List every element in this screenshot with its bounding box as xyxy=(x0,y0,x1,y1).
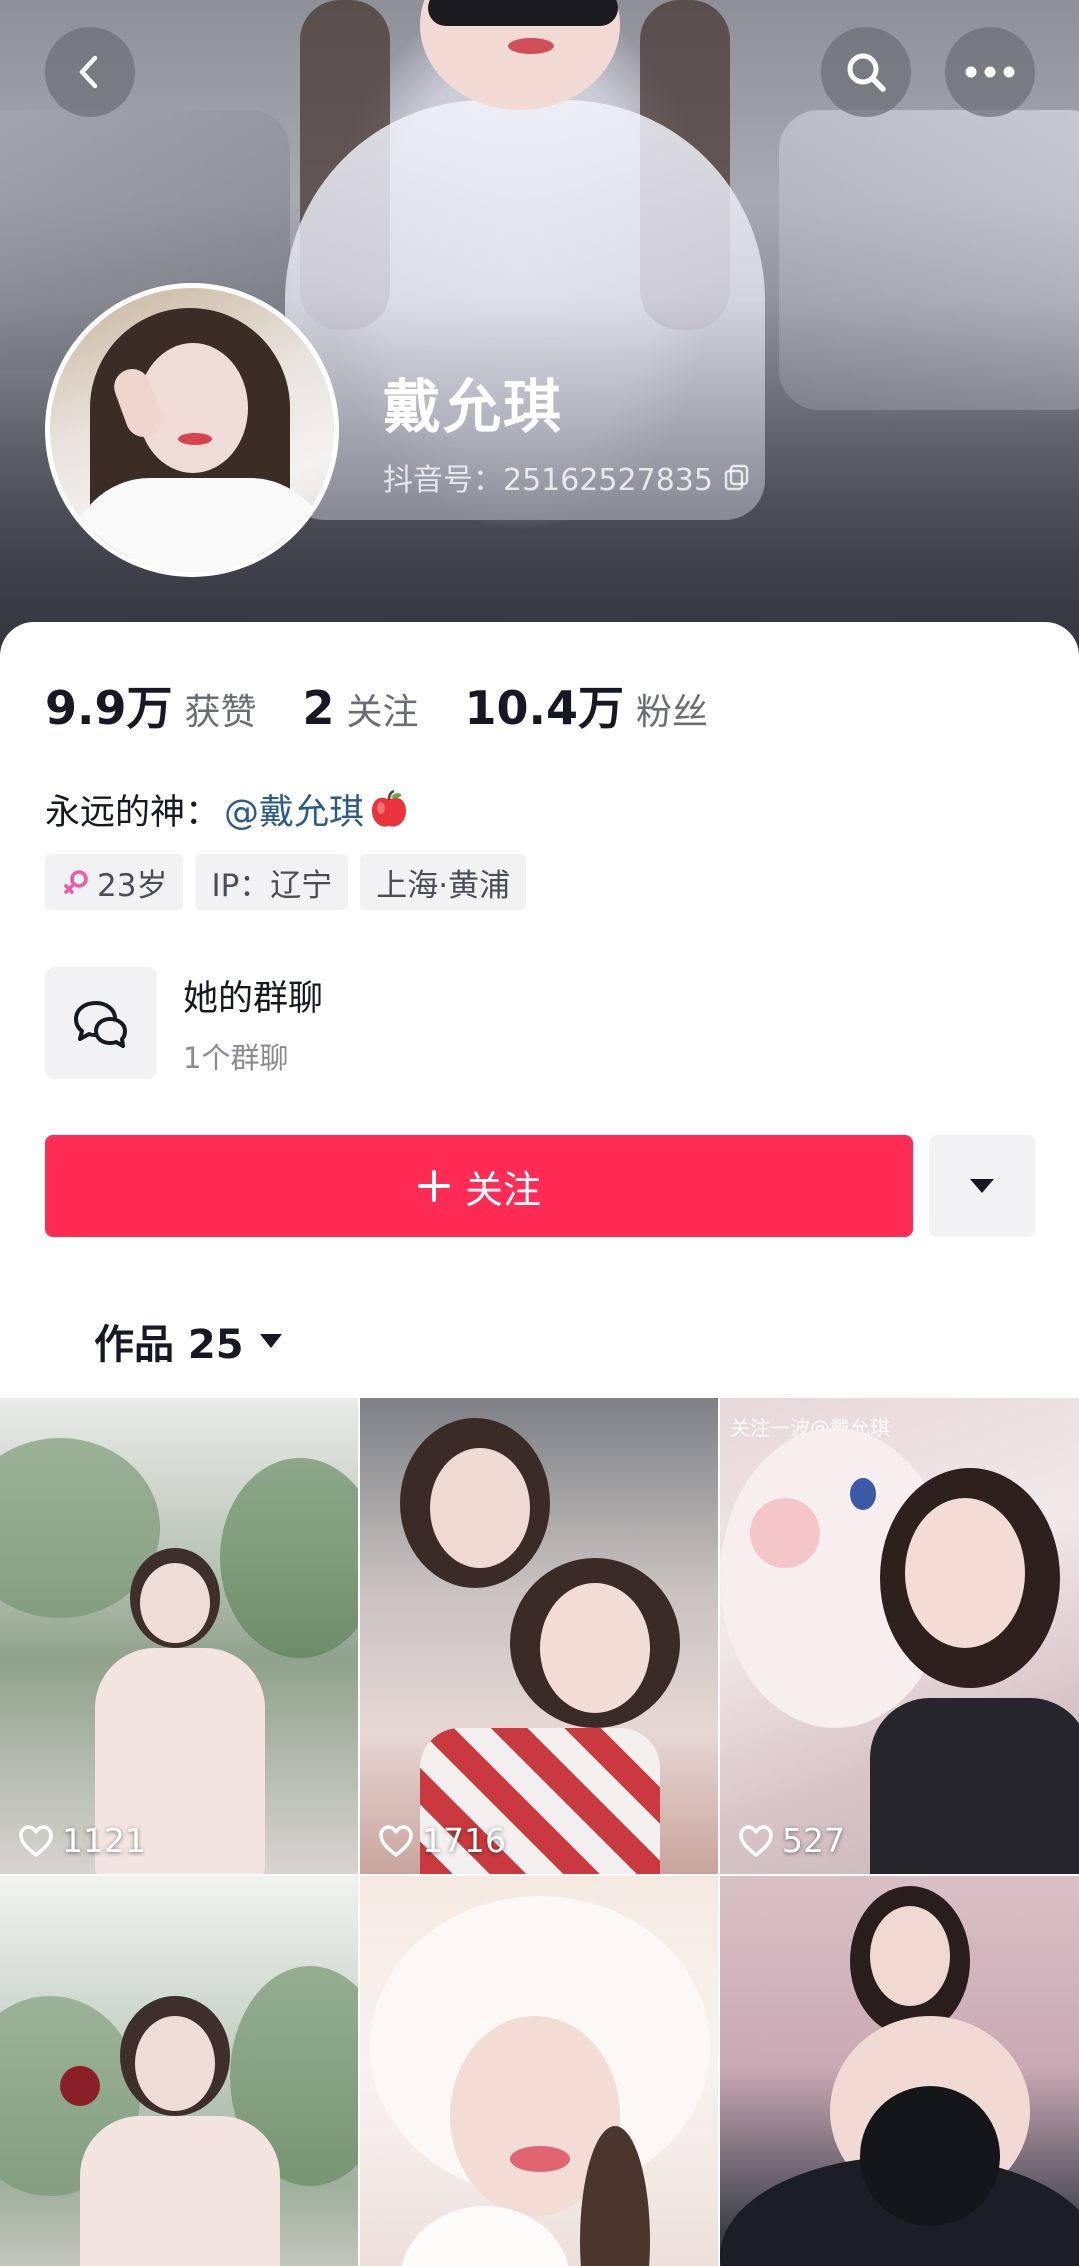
video-grid: 1121 1716 关注一波@戴允琪 527 xyxy=(0,1398,1079,2266)
follow-button-label: 关注 xyxy=(464,1167,541,1212)
heart-icon xyxy=(739,1824,773,1857)
chat-bubbles-icon xyxy=(74,1001,127,1048)
stats-row: 9.9万 获赞 2 关注 10.4万 粉丝 xyxy=(45,672,754,738)
tab-works[interactable]: 作品 25 xyxy=(94,1312,284,1370)
apple-emoji-icon xyxy=(372,789,407,827)
avatar[interactable] xyxy=(45,283,339,577)
video-likes: 1121 xyxy=(18,1821,146,1860)
female-icon xyxy=(64,870,88,894)
tab-works-label: 作品 25 xyxy=(94,1322,244,1368)
copy-icon[interactable] xyxy=(723,463,751,491)
back-icon xyxy=(79,55,98,89)
following-count[interactable]: 2 xyxy=(303,681,335,735)
group-chat-icon-box xyxy=(45,967,157,1079)
video-tile[interactable] xyxy=(0,1876,358,2266)
group-chat-entry[interactable]: 她的群聊 1个群聊 xyxy=(45,967,323,1079)
caret-down-icon xyxy=(259,1334,282,1348)
bio-text: 永远的神： xyxy=(45,793,221,833)
video-tile[interactable] xyxy=(720,1876,1079,2266)
profile-name: 戴允琪 xyxy=(383,373,564,441)
video-likes: 1716 xyxy=(378,1821,506,1860)
follow-button[interactable]: 关注 xyxy=(45,1135,913,1237)
video-tile[interactable]: 关注一波@戴允琪 527 xyxy=(720,1398,1079,1874)
location-tag[interactable]: 上海·黄浦 xyxy=(360,854,527,910)
search-button[interactable] xyxy=(821,27,911,117)
bio-mention-link[interactable]: @戴允琪 xyxy=(224,784,364,835)
heart-icon xyxy=(379,1824,413,1857)
likes-label: 获赞 xyxy=(184,692,257,733)
age-tag: 23岁 xyxy=(45,854,184,910)
location-text: 上海·黄浦 xyxy=(376,867,511,904)
douyin-id-row[interactable]: 抖音号：25162527835 xyxy=(383,455,751,499)
douyin-id: 抖音号：25162527835 xyxy=(383,463,713,498)
bio: 永远的神： @戴允琪 xyxy=(45,784,410,835)
more-icon xyxy=(965,66,1015,78)
ip-text: IP：辽宁 xyxy=(211,867,333,904)
followers-label[interactable]: 粉丝 xyxy=(636,683,708,735)
ip-tag: IP：辽宁 xyxy=(195,854,349,910)
likes-count: 9.9万 xyxy=(45,681,173,735)
plus-icon xyxy=(417,1170,450,1202)
following-label[interactable]: 关注 xyxy=(347,683,419,735)
group-chat-subtitle: 1个群聊 xyxy=(183,1040,289,1075)
age-text: 23岁 xyxy=(97,867,168,904)
more-button[interactable] xyxy=(945,27,1035,117)
recommend-dropdown-button[interactable] xyxy=(929,1135,1035,1237)
heart-icon xyxy=(19,1824,53,1857)
video-tile[interactable] xyxy=(360,1876,718,2266)
caret-down-icon xyxy=(970,1179,994,1193)
video-tile[interactable]: 1716 xyxy=(360,1398,718,1874)
followers-count[interactable]: 10.4万 xyxy=(465,672,625,738)
back-button[interactable] xyxy=(45,27,135,117)
profile-card: 9.9万 获赞 2 关注 10.4万 粉丝 永远的神： @戴允琪 23岁 IP：… xyxy=(0,622,1079,2266)
group-chat-title: 她的群聊 xyxy=(183,978,324,1019)
video-tile[interactable]: 1121 xyxy=(0,1398,358,1874)
search-icon xyxy=(847,53,886,92)
tags-row: 23岁 IP：辽宁 上海·黄浦 xyxy=(45,854,527,910)
video-likes: 527 xyxy=(738,1821,845,1860)
